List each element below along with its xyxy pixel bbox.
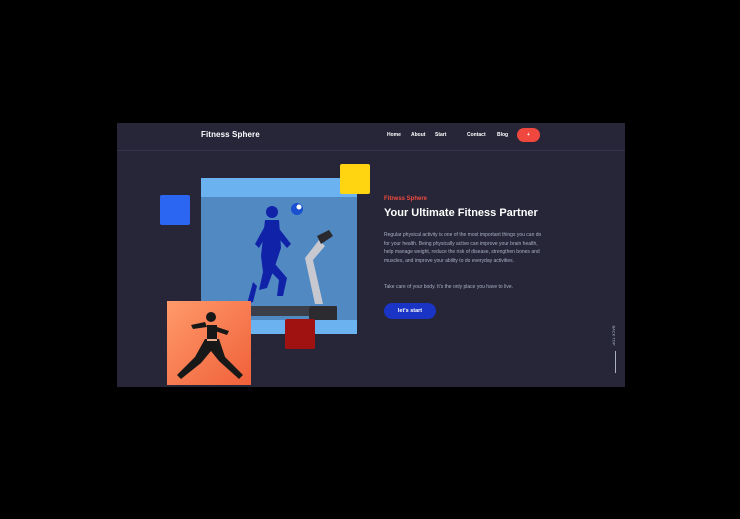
nav-about[interactable]: About <box>411 132 425 138</box>
nav-home[interactable]: Home <box>387 132 401 138</box>
brand-logo[interactable]: Fitness Sphere <box>201 130 260 139</box>
back-to-top[interactable]: BACK TOP <box>612 319 620 379</box>
hero-eyebrow: Fitness Sphere <box>384 196 428 202</box>
back-top-line <box>615 351 616 373</box>
hero-description: Regular physical activity is one of the … <box>384 232 542 264</box>
decor-square-yellow <box>340 164 370 194</box>
nav-blog[interactable]: Blog <box>497 132 508 138</box>
nav-contact[interactable]: Contact <box>467 132 486 138</box>
nav-cta-button[interactable]: + <box>517 128 540 142</box>
back-top-label: BACK TOP <box>611 325 617 346</box>
decor-square-red <box>285 319 315 349</box>
woman-exercise-photo <box>167 301 251 385</box>
nav-start[interactable]: Start <box>435 132 446 138</box>
top-navbar: Fitness Sphere Home About Start Contact … <box>117 123 625 151</box>
hero-title: Your Ultimate Fitness Partner <box>384 207 538 219</box>
decor-square-blue <box>160 195 190 225</box>
page-frame: Fitness Sphere Home About Start Contact … <box>117 123 625 387</box>
hero-note: Take care of your body. It's the only pl… <box>384 284 513 290</box>
lets-start-button[interactable]: let's start <box>384 303 436 319</box>
plus-icon: + <box>527 132 530 138</box>
